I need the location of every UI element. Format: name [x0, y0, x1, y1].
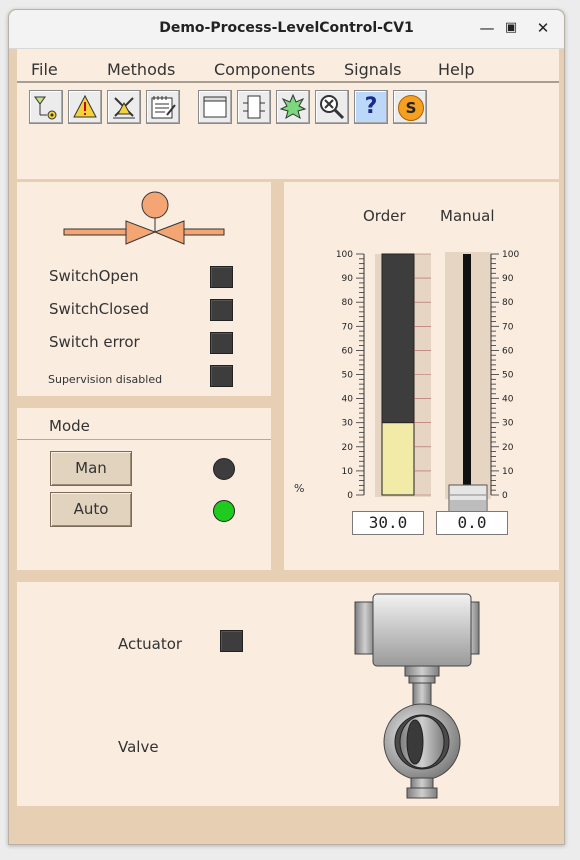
supervision-disabled-label: Supervision disabled	[48, 373, 163, 386]
mode-title: Mode	[49, 417, 90, 435]
application-window: Demo-Process-LevelControl-CV1 — ▣ ✕ File…	[8, 9, 565, 845]
menu-help[interactable]: Help	[438, 60, 474, 79]
actuator-indicator	[220, 630, 243, 652]
object-graph-icon[interactable]	[29, 90, 63, 124]
switch-error-indicator	[210, 332, 233, 354]
crossreference-icon[interactable]	[276, 90, 310, 124]
right-scale-label: 90	[502, 274, 514, 284]
open-object-icon[interactable]	[198, 90, 232, 124]
order-bar-fill	[381, 422, 415, 496]
left-scale-label: 60	[342, 346, 354, 356]
mode-panel: Mode Man Auto	[17, 408, 271, 570]
switch-error-label: Switch error	[49, 333, 140, 351]
supervision-disabled-indicator	[210, 365, 233, 387]
man-button[interactable]: Man	[50, 451, 132, 486]
left-scale-label: 30	[342, 419, 354, 429]
switch-closed-indicator	[210, 299, 233, 321]
order-manual-panel: Order Manual % 100 90 80 70 60 50 40 30 20 10 0 100…	[284, 182, 559, 570]
left-scale-label: 0	[347, 491, 353, 501]
switch-panel: SwitchOpen SwitchClosed Switch error Sup…	[17, 182, 271, 396]
trend-notes-icon[interactable]	[146, 90, 180, 124]
switch-open-label: SwitchOpen	[49, 267, 139, 285]
switch-open-indicator	[210, 266, 233, 288]
left-scale-label: 70	[342, 322, 354, 332]
process-panel: Actuator Valve	[17, 582, 559, 806]
status-strip	[17, 806, 559, 838]
help-icon[interactable]: ?	[354, 90, 388, 124]
menu-file[interactable]: File	[31, 60, 58, 79]
right-scale-label: 30	[502, 419, 514, 429]
auto-button[interactable]: Auto	[50, 492, 132, 527]
man-lamp	[213, 458, 235, 480]
right-scale-label: 40	[502, 395, 514, 405]
maximize-icon[interactable]: ▣	[501, 18, 521, 38]
manual-value-field[interactable]: 0.0	[436, 511, 508, 535]
manual-slider-track	[463, 254, 471, 495]
menu-bar: File Methods Components Signals Help	[17, 49, 559, 83]
right-scale-label: 100	[502, 250, 519, 260]
alarm-warning-icon[interactable]	[68, 90, 102, 124]
left-scale-label: 40	[342, 395, 354, 405]
actuator-valve-icon[interactable]	[347, 590, 487, 805]
left-scale-label: 80	[342, 298, 354, 308]
right-scale-label: 80	[502, 298, 514, 308]
zoom-object-icon[interactable]	[315, 90, 349, 124]
menu-methods[interactable]: Methods	[107, 60, 175, 79]
right-scale-label: 10	[502, 467, 514, 477]
menu-components[interactable]: Components	[214, 60, 315, 79]
left-scale-label: 90	[342, 274, 354, 284]
auto-lamp	[213, 500, 235, 522]
right-scale-label: 70	[502, 322, 514, 332]
left-scale-label: 20	[342, 443, 354, 453]
right-scale-label: 60	[502, 346, 514, 356]
left-scale-label: 50	[342, 371, 354, 381]
switch-closed-label: SwitchClosed	[49, 300, 149, 318]
close-icon[interactable]: ✕	[533, 18, 553, 38]
valve-label: Valve	[118, 738, 159, 756]
toolbar: ? S	[17, 83, 559, 179]
minimize-icon[interactable]: —	[477, 18, 497, 38]
left-scale-label: 100	[336, 250, 353, 260]
right-scale-label: 20	[502, 443, 514, 453]
signals-s-icon[interactable]: S	[393, 90, 427, 124]
valve-symbol-icon	[63, 191, 225, 245]
left-scale-label: 10	[342, 467, 354, 477]
signals-glyph: S	[398, 95, 424, 121]
right-scale-label: 50	[502, 371, 514, 381]
title-bar[interactable]: Demo-Process-LevelControl-CV1 — ▣ ✕	[9, 10, 564, 49]
mode-divider	[17, 439, 271, 440]
menu-signals[interactable]: Signals	[344, 60, 401, 79]
order-value-field: 30.0	[352, 511, 424, 535]
right-scale-label: 0	[502, 491, 508, 501]
help-glyph: ?	[364, 94, 378, 119]
object-module-icon[interactable]	[237, 90, 271, 124]
actuator-label: Actuator	[118, 635, 183, 653]
block-event-icon[interactable]	[107, 90, 141, 124]
